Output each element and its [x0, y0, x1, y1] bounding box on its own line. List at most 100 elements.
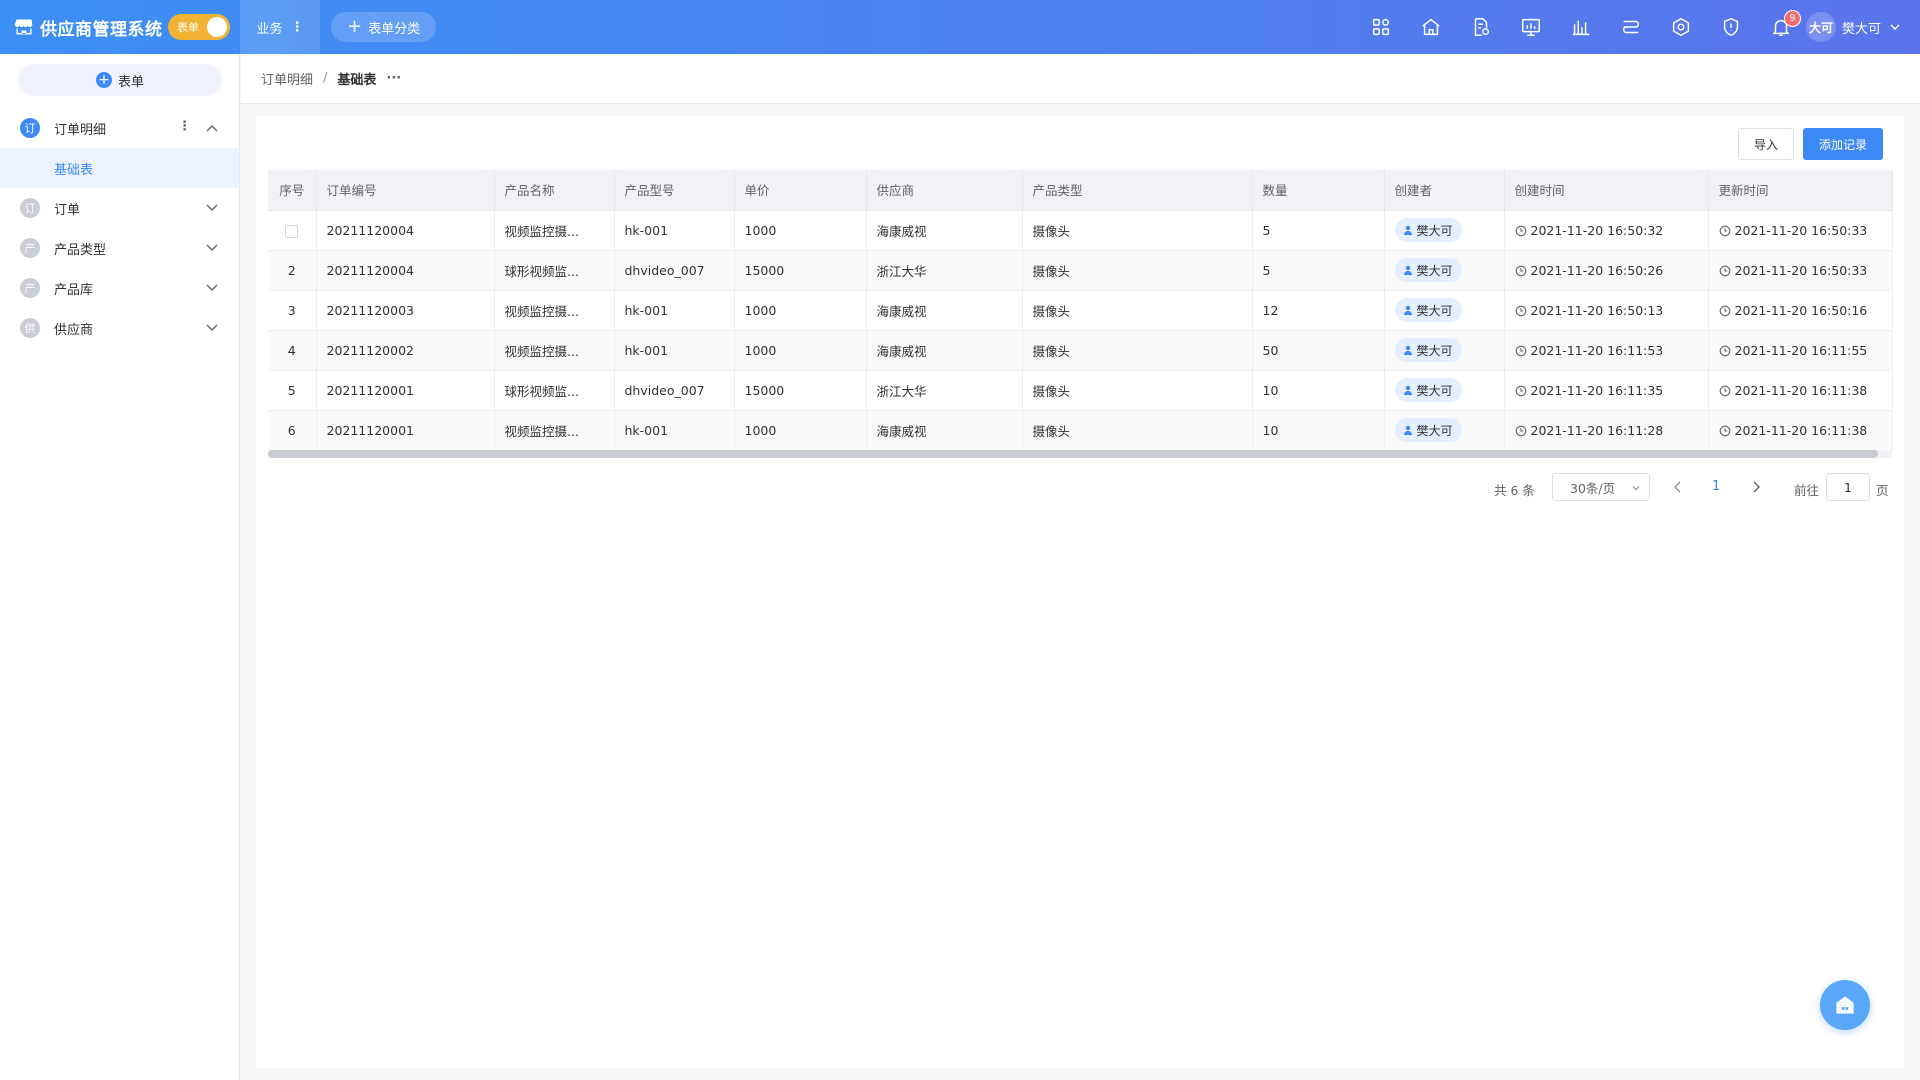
add-record-button[interactable]: 添加记录 — [1803, 128, 1883, 160]
table-cell-idx: 2 — [268, 250, 317, 291]
creator-tag: 樊大可 — [1394, 258, 1462, 282]
horizontal-scrollbar[interactable] — [268, 450, 1892, 458]
column-header[interactable]: 产品型号 — [614, 170, 735, 211]
table-row[interactable]: 3 20211120003 视频监控摄... hk-001 1000 海康威视 摄像头 12 樊… — [268, 290, 1893, 331]
user-icon — [1403, 345, 1412, 355]
import-button[interactable]: 导入 — [1738, 128, 1794, 160]
home-icon[interactable] — [1406, 0, 1456, 54]
clock-icon — [1719, 305, 1730, 316]
column-header[interactable]: 产品类型 — [1022, 170, 1253, 211]
sidebar-item-supplier[interactable]: 供 供应商 — [0, 308, 239, 348]
chevron-down-icon[interactable] — [205, 321, 219, 335]
column-header[interactable]: 单价 — [734, 170, 867, 211]
table-cell-updated: 2021-11-20 16:50:33 — [1708, 210, 1893, 251]
user-name: 樊大可 — [1842, 21, 1882, 37]
table-cell-model: dhvideo_007 — [614, 370, 735, 411]
plus-circle-icon: + — [95, 72, 112, 88]
clock-icon — [1515, 305, 1526, 316]
table-cell-model: hk-001 — [614, 210, 735, 251]
form-mode-toggle[interactable]: 表单 — [168, 14, 230, 40]
clock-icon — [1515, 265, 1526, 276]
bell-icon[interactable]: 9 — [1756, 0, 1806, 54]
file-settings-icon[interactable] — [1456, 0, 1506, 54]
sidebar-item-product-library[interactable]: 产 产品库 — [0, 268, 239, 308]
table-cell-product: 视频监控摄... — [494, 210, 615, 251]
creator-tag: 樊大可 — [1394, 418, 1462, 442]
table-cell-product: 球形视频监... — [494, 250, 615, 291]
table-cell-model: hk-001 — [614, 290, 735, 331]
column-header[interactable]: 创建者 — [1384, 170, 1505, 211]
sidebar-item-order-detail[interactable]: 订 订单明细 ⋮ — [0, 108, 239, 148]
table-body: 20211120004 视频监控摄... hk-001 1000 海康威视 摄像头 5 樊大可… — [268, 210, 1893, 451]
column-header[interactable]: 序号 — [268, 170, 317, 211]
nav-business[interactable]: 业务 ⋮ — [240, 0, 320, 54]
table-row[interactable]: 5 20211120001 球形视频监... dhvideo_007 15000 浙江大华… — [268, 370, 1893, 411]
chevron-down-icon[interactable] — [205, 201, 219, 215]
clock-icon — [1515, 385, 1526, 396]
floating-home-button[interactable] — [1820, 980, 1870, 1030]
table-row[interactable]: 2 20211120004 球形视频监... dhvideo_007 15000 浙江大华… — [268, 250, 1893, 291]
row-checkbox[interactable] — [285, 224, 299, 238]
table-cell-model: hk-001 — [614, 330, 735, 371]
table-cell-supplier: 浙江大华 — [866, 370, 1023, 411]
column-header[interactable]: 供应商 — [866, 170, 1023, 211]
table-row[interactable]: 4 20211120002 视频监控摄... hk-001 1000 海康威视 摄像头 50 樊… — [268, 330, 1893, 371]
apps-icon[interactable] — [1356, 0, 1406, 54]
process-icon[interactable] — [1606, 0, 1656, 54]
shield-icon[interactable] — [1706, 0, 1756, 54]
nav-business-label: 业务 — [256, 21, 283, 37]
sidebar-item-label: 产品库 — [54, 282, 94, 298]
table-row[interactable]: 20211120004 视频监控摄... hk-001 1000 海康威视 摄像头 5 樊大可… — [268, 210, 1893, 251]
table-cell-creator: 樊大可 — [1384, 290, 1505, 331]
table-cell-created: 2021-11-20 16:11:35 — [1504, 370, 1709, 411]
table-cell-creator: 樊大可 — [1384, 330, 1505, 371]
chevron-right-icon[interactable] — [1748, 479, 1764, 495]
add-form-category-button[interactable]: + 表单分类 — [331, 12, 437, 42]
table-cell-supplier: 海康威视 — [866, 410, 1023, 451]
page-number-current[interactable]: 1 — [1712, 479, 1720, 494]
store-icon — [14, 19, 33, 35]
chevron-down-icon[interactable] — [205, 281, 219, 295]
more-vertical-icon[interactable]: ⋮ — [291, 20, 304, 35]
timestamp: 2021-11-20 16:50:33 — [1734, 262, 1868, 278]
sidebar-item-product-type[interactable]: 产 产品类型 — [0, 228, 239, 268]
brand[interactable]: 供应商管理系统 — [14, 0, 163, 54]
breadcrumb: 订单明细 / 基础表 ··· — [241, 54, 1920, 104]
new-form-button[interactable]: + 表单 — [18, 64, 222, 96]
sidebar-subitem-basic-table[interactable]: 基础表 — [0, 148, 239, 188]
goto-page-input[interactable] — [1826, 473, 1870, 501]
chevron-down-icon[interactable] — [205, 241, 219, 255]
more-horizontal-icon[interactable]: ··· — [386, 71, 401, 86]
column-header[interactable]: 更新时间 — [1708, 170, 1893, 211]
column-header[interactable]: 数量 — [1252, 170, 1385, 211]
home-icon — [1836, 996, 1854, 1014]
chevron-up-icon[interactable] — [205, 121, 219, 135]
header-toolbar: 9 — [1356, 0, 1806, 54]
network-icon[interactable] — [1656, 0, 1706, 54]
table-cell-updated: 2021-11-20 16:50:33 — [1708, 250, 1893, 291]
table-cell-creator: 樊大可 — [1384, 410, 1505, 451]
timestamp: 2021-11-20 16:11:53 — [1530, 342, 1664, 358]
table-cell-type: 摄像头 — [1022, 250, 1253, 291]
order-icon: 订 — [20, 198, 40, 218]
user-icon — [1403, 225, 1412, 235]
clock-icon — [1719, 425, 1730, 436]
sidebar: + 表单 订 订单明细 ⋮ 基础表 订 订单 产 产品类型 产 产品库 供 供应… — [0, 54, 240, 1080]
column-header[interactable]: 创建时间 — [1504, 170, 1709, 211]
table-row[interactable]: 6 20211120001 视频监控摄... hk-001 1000 海康威视 摄像头 10 樊… — [268, 410, 1893, 451]
scrollbar-thumb[interactable] — [268, 450, 1878, 458]
breadcrumb-parent[interactable]: 订单明细 — [261, 69, 313, 88]
page-size-select[interactable]: 30条/页 — [1552, 473, 1650, 501]
chevron-left-icon[interactable] — [1670, 479, 1686, 495]
column-header[interactable]: 订单编号 — [316, 170, 495, 211]
bar-chart-icon[interactable] — [1556, 0, 1606, 54]
chart-board-icon[interactable] — [1506, 0, 1556, 54]
table-cell-price: 15000 — [734, 250, 867, 291]
column-header[interactable]: 产品名称 — [494, 170, 615, 211]
table-cell-creator: 樊大可 — [1384, 250, 1505, 291]
more-vertical-icon[interactable]: ⋮ — [178, 119, 191, 134]
user-menu[interactable]: 大可 樊大可 — [1806, 0, 1901, 54]
sidebar-item-order[interactable]: 订 订单 — [0, 188, 239, 228]
creator-name: 樊大可 — [1416, 223, 1453, 238]
chevron-down-icon — [1632, 486, 1640, 491]
